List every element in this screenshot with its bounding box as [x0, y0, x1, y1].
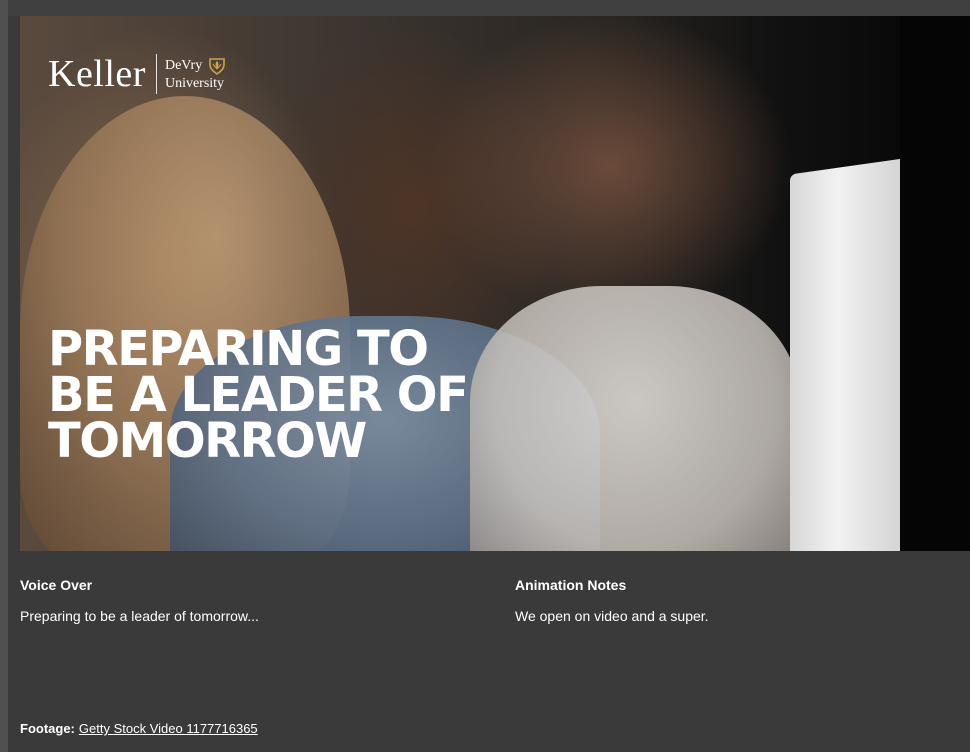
logo-devry-text: DeVry	[164, 58, 203, 73]
animation-notes-label: Animation Notes	[515, 577, 627, 593]
hero-headline: PREPARING TO BE A LEADER OF TOMORROW	[48, 321, 568, 469]
keller-logo: Keller DeVry University	[48, 54, 226, 94]
voice-over-label: Voice Over	[20, 577, 93, 593]
left-border	[0, 0, 8, 752]
photo-dark-edge	[900, 16, 970, 551]
headline-line: PREPARING TO	[48, 321, 429, 377]
logo-keller-text: Keller	[48, 53, 146, 95]
footage-label: Footage:	[20, 721, 75, 736]
hero-video-frame: Keller DeVry University PREPARING TO BE …	[20, 16, 970, 551]
logo-devry-row: DeVry	[165, 57, 226, 75]
storyboard-frame: Keller DeVry University PREPARING TO BE …	[0, 0, 970, 752]
top-border	[0, 0, 970, 16]
footage-credit: Footage: Getty Stock Video 1177716365	[20, 721, 258, 736]
logo-university-text: University	[164, 75, 225, 91]
shield-icon	[209, 57, 226, 75]
storyboard-notes: Voice Over Preparing to be a leader of t…	[20, 551, 970, 752]
photo-laptop-screen	[790, 157, 910, 551]
voice-over-text: Preparing to be a leader of tomorrow...	[20, 608, 259, 624]
logo-divider	[155, 54, 157, 94]
headline-line: TOMORROW	[48, 413, 367, 469]
headline-line: BE A LEADER OF	[48, 367, 469, 423]
logo-devry-block: DeVry University	[165, 57, 226, 92]
animation-notes-text: We open on video and a super.	[515, 608, 709, 624]
footage-link[interactable]: Getty Stock Video 1177716365	[79, 721, 258, 736]
